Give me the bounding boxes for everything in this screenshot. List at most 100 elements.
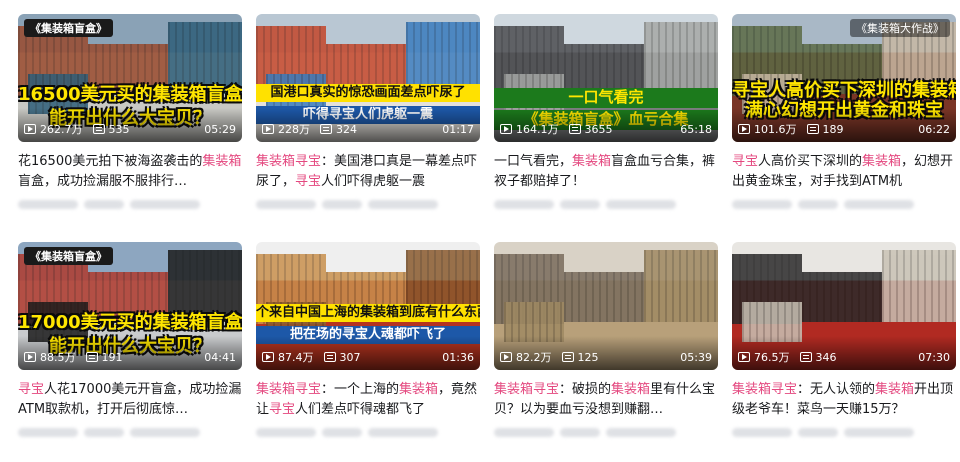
title-text: 人花17000美元开盲盒，成功捡漏ATM取款机，打开后彻底惊…: [18, 382, 242, 417]
danmaku-count: 535: [92, 123, 130, 136]
video-card[interactable]: 82.2万 125 05:39 集装箱寻宝：破损的集装箱里有什么宝贝？以为要血亏没想到…: [494, 242, 718, 438]
blurred-text: [322, 427, 362, 437]
view-count-value: 87.4万: [278, 351, 314, 364]
blurred-text: [844, 199, 914, 209]
danmaku-icon: [561, 352, 574, 362]
video-thumbnail[interactable]: 国港口真实的惊恐画面差点吓尿了吓得寻宝人们虎躯一震228万32401:17: [256, 14, 480, 142]
title-text: 人们吓得虎躯一震: [321, 174, 426, 189]
danmaku-count-value: 191: [101, 350, 123, 364]
blurred-text: [84, 427, 124, 437]
keyword-highlight: 寻宝: [18, 382, 45, 397]
view-count-value: 76.5万: [754, 351, 790, 364]
video-card[interactable]: 《集装箱盲盒》16500美元买的集装箱盲盒能开出什么大宝贝？262.7万5350…: [18, 14, 242, 210]
blurred-text: [130, 199, 200, 209]
danmaku-count-value: 307: [339, 350, 361, 364]
keyword-highlight: 集装箱: [572, 154, 612, 169]
thumbnail-caption: 16500美元买的集装箱盲盒: [18, 84, 242, 105]
view-count: 76.5万: [738, 349, 790, 365]
danmaku-count: 125: [561, 351, 599, 364]
danmaku-count: 3655: [568, 123, 613, 136]
keyword-highlight: 集装箱: [862, 154, 902, 169]
keyword-highlight: 集装箱寻宝: [256, 154, 322, 169]
view-count-value: 262.7万: [40, 123, 83, 136]
play-count-icon: [262, 124, 274, 134]
keyword-highlight: 集装箱寻宝: [256, 382, 322, 397]
view-count-value: 88.5万: [40, 351, 76, 364]
blurred-text: [18, 199, 78, 209]
video-duration: 05:29: [204, 122, 236, 136]
video-stats: 87.4万 307 01:36: [262, 349, 474, 365]
series-tag: 《集装箱盲盒》: [24, 19, 113, 37]
danmaku-count: 189: [806, 123, 844, 136]
video-thumbnail[interactable]: 82.2万 125 05:39: [494, 242, 718, 370]
video-title[interactable]: 集装箱寻宝：一个上海的集装箱，竟然让寻宝人们差点吓得魂都飞了: [256, 380, 480, 420]
video-thumbnail[interactable]: 76.5万 346 07:30: [732, 242, 956, 370]
uploader-meta-blurred: [256, 426, 480, 438]
danmaku-icon: [85, 352, 98, 362]
video-duration: 04:41: [204, 350, 236, 364]
view-count-value: 82.2万: [516, 351, 552, 364]
view-count-value: 228万: [278, 123, 310, 136]
video-card[interactable]: 76.5万 346 07:30 集装箱寻宝：无人认领的集装箱开出顶级老爷车！菜鸟一天赚…: [732, 242, 956, 438]
video-title[interactable]: 寻宝人高价买下深圳的集装箱，幻想开出黄金珠宝，对手找到ATM机: [732, 152, 956, 192]
keyword-highlight: 集装箱寻宝: [732, 382, 798, 397]
danmaku-icon: [806, 124, 819, 134]
video-title[interactable]: 集装箱寻宝：美国港口真是一幕差点吓尿了，寻宝人们吓得虎躯一震: [256, 152, 480, 192]
play-count-icon: [500, 352, 512, 362]
blurred-text: [130, 427, 200, 437]
uploader-meta-blurred: [732, 198, 956, 210]
blurred-text: [368, 427, 438, 437]
video-thumbnail[interactable]: 一口气看完《集装箱盲盒》血亏合集164.1万365565:18: [494, 14, 718, 142]
video-card[interactable]: 《集装箱盲盒》17000美元买的集装箱盲盒能开出什么大宝贝？88.5万19104…: [18, 242, 242, 438]
video-title[interactable]: 花16500美元拍下被海盗袭击的集装箱盲盒，成功捡漏服不服排行…: [18, 152, 242, 192]
video-card[interactable]: 《集装箱大作战》寻宝人高价买下深圳的集装箱满心幻想开出黄金和珠宝101.6万18…: [732, 14, 956, 210]
thumbnail-caption: 寻宝人高价买下深圳的集装箱: [732, 80, 956, 101]
blurred-text: [732, 427, 792, 437]
keyword-highlight: 寻宝: [269, 402, 296, 417]
title-text: 人高价买下深圳的: [758, 154, 863, 169]
blurred-text: [798, 427, 838, 437]
blurred-text: [368, 199, 438, 209]
keyword-highlight: 集装箱: [399, 382, 439, 397]
blurred-text: [732, 199, 792, 209]
video-thumbnail[interactable]: 《集装箱大作战》寻宝人高价买下深圳的集装箱满心幻想开出黄金和珠宝101.6万18…: [732, 14, 956, 142]
play-count-icon: [262, 352, 274, 362]
series-tag: 《集装箱大作战》: [850, 19, 950, 37]
uploader-meta-blurred: [18, 426, 242, 438]
blurred-text: [322, 199, 362, 209]
video-title[interactable]: 一口气看完，集装箱盲盒血亏合集，裤衩子都赔掉了！: [494, 152, 718, 192]
blurred-text: [256, 427, 316, 437]
video-title[interactable]: 集装箱寻宝：破损的集装箱里有什么宝贝？以为要血亏没想到赚翻…: [494, 380, 718, 420]
uploader-meta-blurred: [494, 198, 718, 210]
title-text: 一口气看完，: [494, 154, 573, 169]
blurred-text: [606, 199, 676, 209]
danmaku-icon: [568, 124, 581, 134]
video-title[interactable]: 寻宝人花17000美元开盲盒，成功捡漏ATM取款机，打开后彻底惊…: [18, 380, 242, 420]
uploader-meta-blurred: [732, 426, 956, 438]
title-text: 人们差点吓得魂都飞了: [295, 402, 426, 417]
danmaku-icon: [323, 352, 336, 362]
blurred-text: [560, 199, 600, 209]
series-tag: 《集装箱盲盒》: [24, 247, 113, 265]
view-count-value: 164.1万: [516, 123, 559, 136]
keyword-highlight: 寻宝: [295, 174, 322, 189]
video-card[interactable]: 国港口真实的惊恐画面差点吓尿了吓得寻宝人们虎躯一震228万32401:17 集装箱…: [256, 14, 480, 210]
video-card[interactable]: 一口气看完《集装箱盲盒》血亏合集164.1万365565:18一口气看完，集装箱…: [494, 14, 718, 210]
blurred-text: [844, 427, 914, 437]
view-count: 87.4万: [262, 349, 314, 365]
danmaku-count-value: 346: [815, 350, 837, 364]
video-stats: 82.2万 125 05:39: [500, 349, 712, 365]
video-stats: 88.5万 191 04:41: [24, 349, 236, 365]
blurred-text: [18, 427, 78, 437]
uploader-meta-blurred: [256, 198, 480, 210]
video-thumbnail[interactable]: 《集装箱盲盒》17000美元买的集装箱盲盒能开出什么大宝贝？88.5万19104…: [18, 242, 242, 370]
video-card[interactable]: 个来自中国上海的集装箱到底有什么东西 把在场的寻宝人魂都吓飞了 87.4万 307 01…: [256, 242, 480, 438]
video-thumbnail[interactable]: 《集装箱盲盒》16500美元买的集装箱盲盒能开出什么大宝贝？262.7万5350…: [18, 14, 242, 142]
video-title[interactable]: 集装箱寻宝：无人认领的集装箱开出顶级老爷车！菜鸟一天赚15万？: [732, 380, 956, 420]
video-thumbnail[interactable]: 个来自中国上海的集装箱到底有什么东西 把在场的寻宝人魂都吓飞了 87.4万 307 01…: [256, 242, 480, 370]
video-duration: 07:30: [918, 350, 950, 364]
thumbnail-caption: 一口气看完: [494, 88, 718, 108]
view-count: 101.6万: [738, 121, 797, 137]
view-count-value: 101.6万: [754, 123, 797, 136]
play-count-icon: [738, 352, 750, 362]
